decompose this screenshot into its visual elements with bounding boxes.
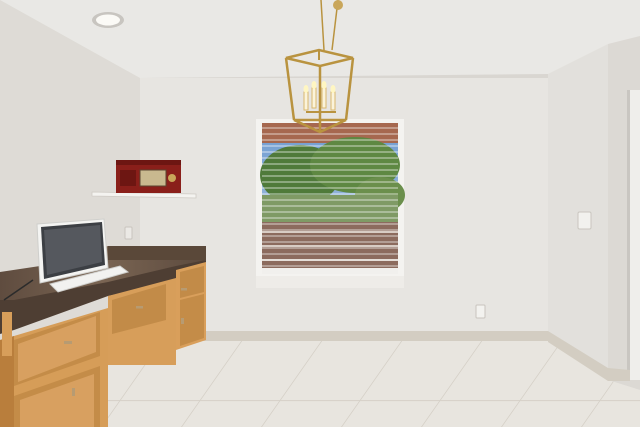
wall-outlet (475, 304, 486, 319)
room-scene (0, 0, 640, 427)
recessed-ceiling-light (92, 12, 124, 28)
light-switch (577, 211, 592, 230)
wall-outlet-left (124, 226, 133, 240)
room-illustration (0, 0, 640, 427)
red-vintage-radio (116, 160, 181, 193)
baseboard-back (196, 331, 548, 341)
window-with-blinds (256, 119, 405, 288)
door-frame-edge (627, 90, 630, 380)
